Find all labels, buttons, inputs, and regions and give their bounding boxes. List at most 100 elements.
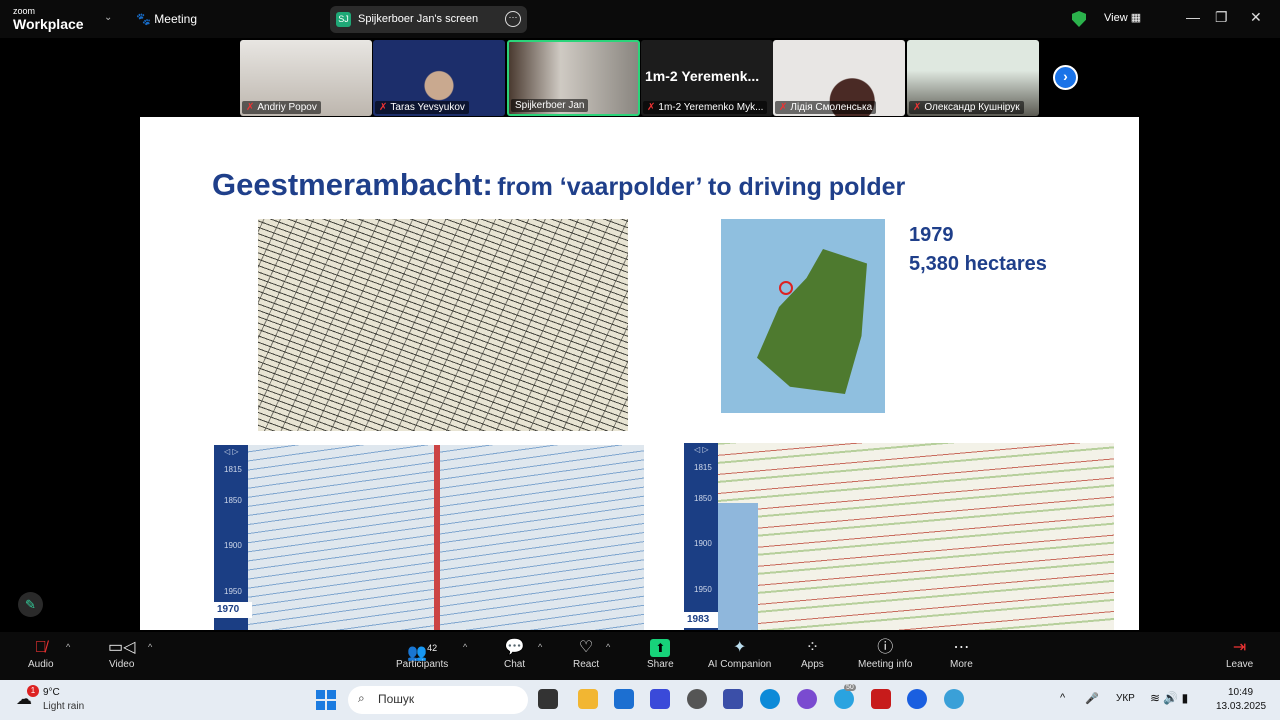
participant-name: ✗ Andriy Popov	[242, 101, 321, 114]
viber-icon[interactable]	[797, 689, 817, 709]
app-icon[interactable]	[687, 689, 707, 709]
timeline-arrows-icon: ◁ ▷	[224, 447, 239, 456]
store-icon[interactable]	[614, 689, 634, 709]
windows-taskbar: ☁ 1 9°C Light rain ⌕ Пошук 50 ^ 🎤 УКР ≋ 🔊…	[0, 680, 1280, 720]
share-arrow-icon: ⬆	[650, 639, 671, 657]
info-icon: ⓘ	[877, 639, 894, 656]
clock-date[interactable]: 13.03.2025	[1216, 701, 1266, 712]
year-selector[interactable]: 1983	[684, 612, 722, 628]
temperature[interactable]: 9°C	[43, 687, 60, 698]
mic-muted-icon: ✗	[647, 102, 656, 113]
participant-name: Spijkerboer Jan	[511, 99, 589, 112]
participant-tile[interactable]: 1m-2 Yeremenk... ✗ 1m-2 Yeremenko Myk...	[641, 40, 773, 116]
sharer-avatar: SJ	[336, 12, 351, 27]
timeline-slider[interactable]: ◁ ▷ 1815 1850 1900 1950	[684, 443, 718, 630]
participant-name: ✗ Лідія Смоленська	[775, 101, 877, 114]
clock-time[interactable]: 10:49	[1228, 687, 1253, 698]
leave-button[interactable]: ⇥ Leave	[1226, 637, 1253, 670]
weather-condition[interactable]: Light rain	[43, 701, 84, 712]
file-explorer-icon[interactable]	[578, 689, 598, 709]
close-button[interactable]: ✕	[1250, 9, 1262, 26]
screen-share-indicator[interactable]: SJ Spijkerboer Jan's screen ···	[330, 6, 527, 33]
react-button[interactable]: ♡ React	[573, 637, 599, 670]
maximize-button[interactable]: ❐	[1215, 9, 1228, 26]
share-button[interactable]: ⬆ Share	[647, 637, 674, 670]
meeting-info-button[interactable]: ⓘ Meeting info	[858, 637, 912, 670]
taskbar-search[interactable]: ⌕ Пошук	[348, 686, 528, 714]
audio-button[interactable]: 🎙̸ Audio	[28, 637, 54, 670]
ai-companion-button[interactable]: ✦ AI Companion	[708, 637, 771, 670]
encryption-shield-icon[interactable]	[1072, 11, 1086, 27]
participants-caret[interactable]: ^	[463, 642, 467, 652]
slide-title: Geestmerambacht: from ‘vaarpolder’ to dr…	[212, 167, 906, 202]
leave-icon: ⇥	[1232, 639, 1247, 656]
grid-icon: ▦	[1130, 12, 1142, 24]
participant-tile[interactable]: ✗ Andriy Popov	[240, 40, 372, 116]
mic-tray-icon[interactable]: 🎤	[1085, 692, 1099, 705]
telegram-badge: 50	[844, 684, 856, 691]
apps-button[interactable]: ⁘ Apps	[801, 637, 824, 670]
next-page-arrow-icon[interactable]: ›	[1053, 65, 1078, 90]
edge-icon[interactable]	[760, 689, 780, 709]
app-icon[interactable]	[944, 689, 964, 709]
meeting-toolbar: 🎙̸ Audio ^ ▭◁ Video ^ 👥42 Participants ^ 💬 C…	[0, 632, 1280, 680]
road	[434, 445, 440, 630]
topographic-map-1970: ◁ ▷ 1815 1850 1900 1950 1970	[214, 445, 644, 630]
sparkle-icon: ✦	[732, 639, 747, 656]
participant-tile[interactable]: ✗ Taras Yevsyukov	[373, 40, 505, 116]
location-marker	[779, 281, 793, 295]
view-button[interactable]: View ▦	[1104, 11, 1141, 24]
participant-tile[interactable]: ✗ Лідія Смоленська	[773, 40, 905, 116]
audio-options-caret[interactable]: ^	[66, 642, 70, 652]
tray-overflow-icon[interactable]: ^	[1060, 692, 1065, 704]
timeline-arrows-icon: ◁ ▷	[694, 445, 709, 454]
mic-muted-icon: ✗	[913, 102, 922, 113]
participant-tile-active[interactable]: Spijkerboer Jan	[507, 40, 640, 116]
mic-muted-icon: ✗	[379, 102, 388, 113]
heart-icon: ♡	[578, 639, 594, 656]
view-label: View	[1104, 12, 1128, 24]
camera-icon: ▭◁	[108, 639, 136, 656]
save-app-icon[interactable]	[723, 689, 743, 709]
netherlands-map	[721, 219, 885, 413]
video-options-caret[interactable]: ^	[148, 642, 152, 652]
acrobat-icon[interactable]	[871, 689, 891, 709]
mic-muted-icon: 🎙̸	[34, 639, 47, 656]
minimize-button[interactable]: —	[1186, 9, 1200, 25]
more-button[interactable]: ⋯ More	[950, 637, 973, 670]
share-label: Spijkerboer Jan's screen	[358, 13, 479, 25]
lake	[718, 503, 758, 630]
participants-button[interactable]: 👥42 Participants	[396, 637, 448, 670]
participant-tile[interactable]: ✗ Олександр Кушнірук	[907, 40, 1039, 116]
task-view-icon[interactable]	[538, 689, 558, 709]
historic-map	[258, 219, 628, 431]
meeting-tab[interactable]: 🐾 Meeting	[136, 12, 197, 26]
zoom-taskbar-icon[interactable]	[907, 689, 927, 709]
annotate-pencil-icon[interactable]: ✎	[18, 592, 43, 617]
stat-year: 1979	[909, 224, 954, 246]
app-icon[interactable]	[650, 689, 670, 709]
mic-muted-icon: ✗	[246, 102, 255, 113]
zoom-logo: Workplace	[13, 16, 84, 32]
chat-button[interactable]: 💬 Chat	[504, 637, 525, 670]
chevron-down-icon[interactable]: ⌄	[104, 12, 112, 23]
telegram-icon[interactable]: 50	[834, 684, 856, 709]
react-caret[interactable]: ^	[606, 642, 610, 652]
participants-icon: 👥42	[407, 643, 438, 662]
meeting-label: Meeting	[154, 12, 197, 26]
participant-display-name: 1m-2 Yeremenk...	[645, 68, 760, 84]
year-selector[interactable]: 1970	[214, 602, 252, 618]
zoom-logo-small: zoom	[13, 6, 36, 16]
language-indicator[interactable]: УКР	[1116, 693, 1135, 704]
paw-icon: 🐾	[136, 12, 151, 26]
video-button[interactable]: ▭◁ Video	[108, 637, 135, 670]
more-icon: ⋯	[953, 639, 970, 656]
windows-start-icon[interactable]	[316, 690, 336, 710]
chat-caret[interactable]: ^	[538, 642, 542, 652]
apps-icon: ⁘	[805, 639, 820, 656]
weather-badge: 1	[27, 685, 39, 697]
wifi-volume-battery-icons[interactable]: ≋ 🔊 ▮	[1150, 691, 1188, 705]
topographic-map-1983: ◁ ▷ 1815 1850 1900 1950 1983	[684, 443, 1114, 630]
more-options-icon[interactable]: ···	[505, 11, 521, 27]
mic-muted-icon: ✗	[779, 102, 788, 113]
